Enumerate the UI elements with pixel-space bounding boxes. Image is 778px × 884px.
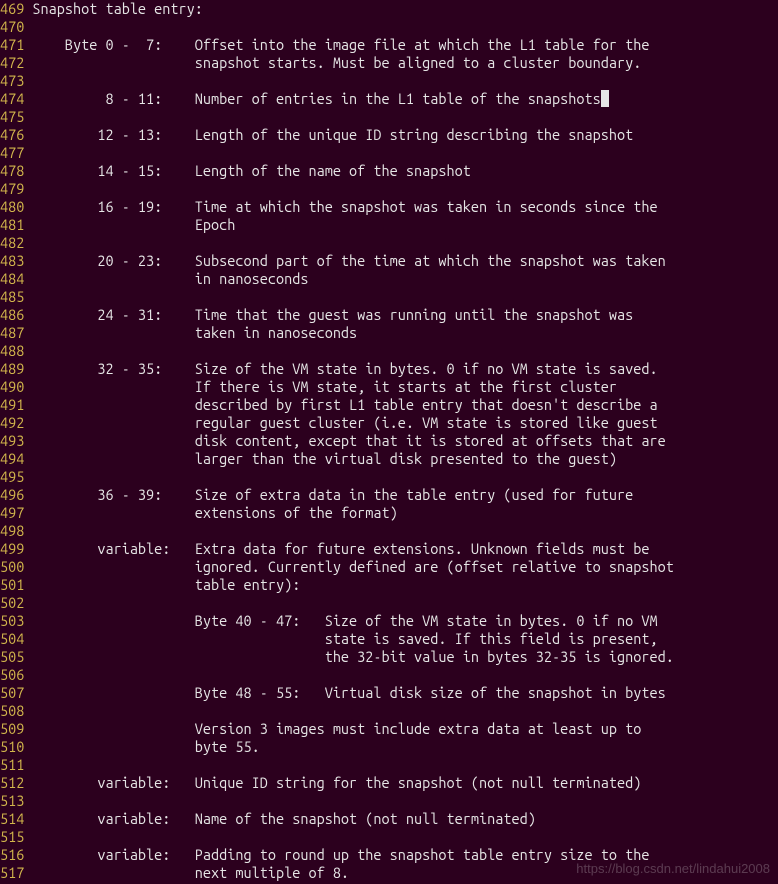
code-line: variable: Unique ID string for the snaps… bbox=[32, 774, 673, 792]
code-line: 16 - 19: Time at which the snapshot was … bbox=[32, 198, 673, 216]
line-number-gutter: 469 470 471 472 473 474 475 476 477 478 … bbox=[0, 0, 26, 882]
code-line: state is saved. If this field is present… bbox=[32, 630, 673, 648]
code-line bbox=[32, 666, 673, 684]
code-line: table entry): bbox=[32, 576, 673, 594]
code-line: 14 - 15: Length of the name of the snaps… bbox=[32, 162, 673, 180]
code-line: disk content, except that it is stored a… bbox=[32, 432, 673, 450]
code-line bbox=[32, 288, 673, 306]
code-line: larger than the virtual disk presented t… bbox=[32, 450, 673, 468]
code-line: byte 55. bbox=[32, 738, 673, 756]
code-line bbox=[32, 342, 673, 360]
code-line: Epoch bbox=[32, 216, 673, 234]
code-line: 12 - 13: Length of the unique ID string … bbox=[32, 126, 673, 144]
code-line: 8 - 11: Number of entries in the L1 tabl… bbox=[32, 90, 673, 108]
code-line: the 32-bit value in bytes 32-35 is ignor… bbox=[32, 648, 673, 666]
code-line: Byte 48 - 55: Virtual disk size of the s… bbox=[32, 684, 673, 702]
code-line: variable: Name of the snapshot (not null… bbox=[32, 810, 673, 828]
code-line: variable: Extra data for future extensio… bbox=[32, 540, 673, 558]
text-cursor bbox=[601, 90, 609, 107]
code-line bbox=[32, 792, 673, 810]
code-line: variable: Padding to round up the snapsh… bbox=[32, 846, 673, 864]
code-line: described by first L1 table entry that d… bbox=[32, 396, 673, 414]
code-line bbox=[32, 828, 673, 846]
code-line: next multiple of 8. bbox=[32, 864, 673, 882]
code-line: Byte 0 - 7: Offset into the image file a… bbox=[32, 36, 673, 54]
code-area[interactable]: Snapshot table entry: Byte 0 - 7: Offset… bbox=[26, 0, 673, 882]
code-line bbox=[32, 72, 673, 90]
code-line bbox=[32, 522, 673, 540]
code-line bbox=[32, 756, 673, 774]
code-line: in nanoseconds bbox=[32, 270, 673, 288]
code-line: If there is VM state, it starts at the f… bbox=[32, 378, 673, 396]
code-line: Version 3 images must include extra data… bbox=[32, 720, 673, 738]
code-line: taken in nanoseconds bbox=[32, 324, 673, 342]
code-line: 32 - 35: Size of the VM state in bytes. … bbox=[32, 360, 673, 378]
code-line bbox=[32, 468, 673, 486]
code-line: ignored. Currently defined are (offset r… bbox=[32, 558, 673, 576]
code-line: 20 - 23: Subsecond part of the time at w… bbox=[32, 252, 673, 270]
code-line bbox=[32, 144, 673, 162]
code-line: Snapshot table entry: bbox=[32, 0, 673, 18]
code-line: 36 - 39: Size of extra data in the table… bbox=[32, 486, 673, 504]
text-editor[interactable]: 469 470 471 472 473 474 475 476 477 478 … bbox=[0, 0, 778, 882]
code-line bbox=[32, 18, 673, 36]
code-line bbox=[32, 234, 673, 252]
code-line: regular guest cluster (i.e. VM state is … bbox=[32, 414, 673, 432]
code-line bbox=[32, 108, 673, 126]
code-line: Byte 40 - 47: Size of the VM state in by… bbox=[32, 612, 673, 630]
code-line: snapshot starts. Must be aligned to a cl… bbox=[32, 54, 673, 72]
code-line bbox=[32, 180, 673, 198]
code-line bbox=[32, 594, 673, 612]
code-line bbox=[32, 702, 673, 720]
code-line: extensions of the format) bbox=[32, 504, 673, 522]
code-line: 24 - 31: Time that the guest was running… bbox=[32, 306, 673, 324]
